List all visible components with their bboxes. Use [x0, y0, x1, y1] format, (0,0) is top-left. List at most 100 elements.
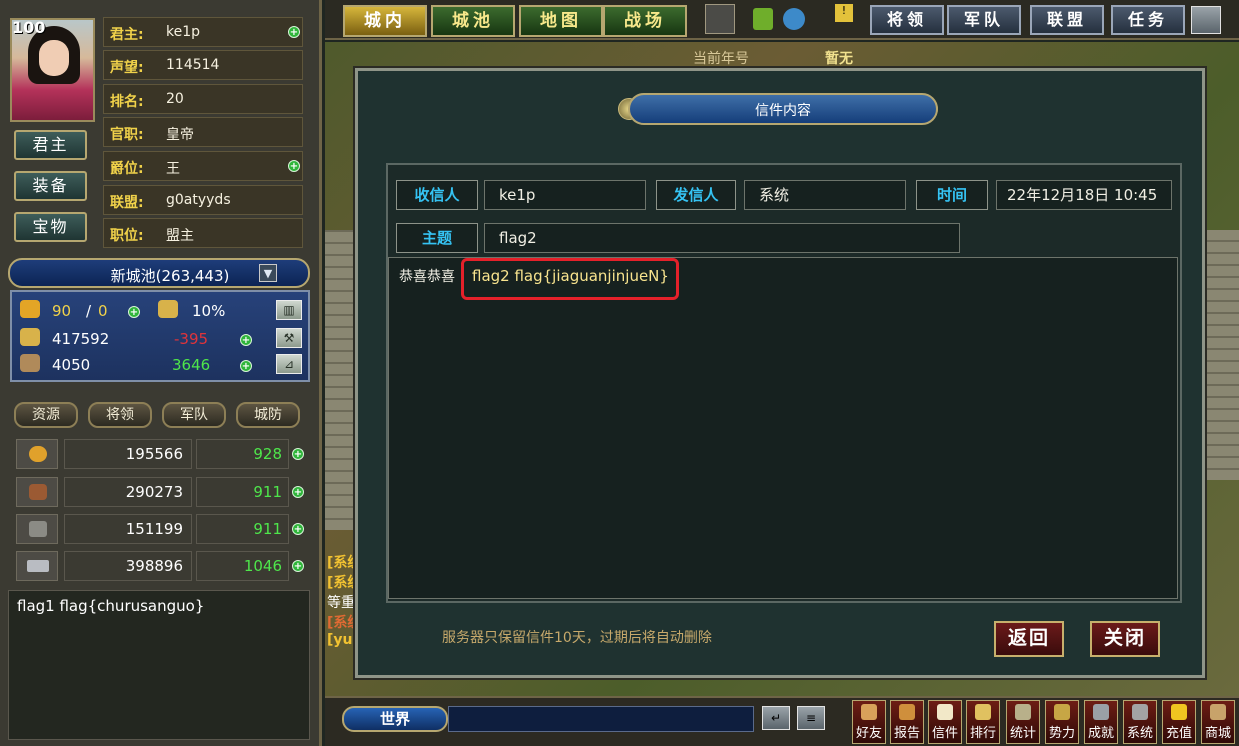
mail-icon[interactable]: 信件 — [928, 700, 962, 744]
resource-amount: 195566 — [64, 439, 192, 469]
body-prefix: 恭喜恭喜 — [399, 269, 455, 285]
highlight-box: flag2 flag{jiaguanjinjueN} — [461, 258, 679, 300]
retention-notice: 服务器只保留信件10天，过期后将自动删除 — [442, 630, 712, 646]
info-row-lord: 君主: ke1p + — [103, 17, 303, 47]
grain-icon — [16, 439, 58, 469]
nav-alliance[interactable]: 联盟 — [1030, 5, 1104, 35]
body-flag-text: flag2 flag{jiaguanjinjueN} — [472, 267, 669, 285]
info-label: 排名: — [110, 94, 144, 110]
add-icon[interactable]: + — [288, 160, 300, 172]
info-label: 君主: — [110, 27, 144, 43]
world-channel-button[interactable]: 世界 — [342, 706, 448, 732]
info-row-position: 职位: 盟主 — [103, 218, 303, 248]
info-row-alliance: 联盟: g0atyyds — [103, 185, 303, 215]
nav-army[interactable]: 军队 — [947, 5, 1021, 35]
info-value: 盟主 — [166, 228, 194, 244]
resource-rate: 1046 — [196, 551, 289, 581]
close-button[interactable]: 关闭 — [1090, 621, 1160, 657]
system-icon[interactable]: 系统 — [1123, 700, 1157, 744]
hammer-icon[interactable] — [705, 4, 735, 34]
dialog-title-bar: 信件内容 — [628, 93, 938, 125]
report-icon[interactable]: 报告 — [890, 700, 924, 744]
info-value: 20 — [166, 91, 184, 107]
add-icon[interactable]: + — [240, 360, 252, 372]
add-icon[interactable]: + — [288, 26, 300, 38]
sender-field: 系统 — [744, 180, 906, 210]
gold-value: 417592 — [52, 330, 110, 348]
ranking-icon[interactable]: 排行 — [966, 700, 1000, 744]
menu-icon[interactable]: ≡ — [797, 706, 825, 730]
sender-label: 发信人 — [656, 180, 736, 210]
recharge-icon[interactable]: 充值 — [1162, 700, 1196, 744]
back-button[interactable]: 返回 — [994, 621, 1064, 657]
add-icon[interactable]: + — [292, 448, 304, 460]
info-row-prestige: 声望: 114514 — [103, 50, 303, 80]
top-nav: 城内 城池 地图 战场 ! 将领 军队 联盟 任务 — [325, 0, 1239, 40]
tab-army[interactable]: 军队 — [162, 402, 226, 428]
add-icon[interactable]: + — [128, 306, 140, 318]
add-icon[interactable]: + — [292, 523, 304, 535]
population-icon — [20, 300, 40, 318]
statistics-icon[interactable]: 统计 — [1006, 700, 1040, 744]
treasure-button[interactable]: 宝物 — [14, 212, 87, 242]
hammer-icon[interactable]: ⚒ — [276, 328, 302, 348]
letter-body: 恭喜恭喜 flag2 flag{jiaguanjinjueN} — [388, 257, 1178, 599]
nav-generals[interactable]: 将领 — [870, 5, 944, 35]
send-icon[interactable]: ↵ — [762, 706, 790, 730]
add-icon[interactable]: + — [292, 560, 304, 572]
tab-generals[interactable]: 将领 — [88, 402, 152, 428]
achievement-icon[interactable]: 成就 — [1084, 700, 1118, 744]
nav-battlefield[interactable]: 战场 — [603, 5, 687, 37]
system-message: 等重 — [327, 595, 355, 611]
chevron-down-icon[interactable]: ▼ — [259, 264, 277, 282]
subject-label: 主题 — [396, 223, 478, 253]
city-stats-panel: 90 / 0 + 10% ▥ 417592 -395 + ⚒ 4050 3646… — [10, 290, 310, 382]
era-label: 当前年号 — [693, 51, 749, 67]
left-chat-box: flag1 flag{churusanguo} — [8, 590, 310, 740]
faction-icon[interactable]: 势力 — [1045, 700, 1079, 744]
info-label: 职位: — [110, 228, 144, 244]
iron-icon — [16, 551, 58, 581]
building-icon[interactable]: ▥ — [276, 300, 302, 320]
nav-tasks[interactable]: 任务 — [1111, 5, 1185, 35]
nav-cities[interactable]: 城池 — [431, 5, 515, 37]
event-icon[interactable] — [783, 8, 805, 30]
lord-button[interactable]: 君主 — [14, 130, 87, 160]
settings-icon[interactable] — [1191, 6, 1221, 34]
info-label: 爵位: — [110, 161, 144, 177]
recipient-field: ke1p — [484, 180, 646, 210]
add-icon[interactable]: + — [240, 334, 252, 346]
info-value: ke1p — [166, 24, 201, 40]
notice-icon[interactable]: ! — [835, 4, 853, 22]
info-label: 声望: — [110, 60, 144, 76]
friends-icon[interactable]: 好友 — [852, 700, 886, 744]
resource-amount: 398896 — [64, 551, 192, 581]
tab-defense[interactable]: 城防 — [236, 402, 300, 428]
info-label: 联盟: — [110, 195, 144, 211]
wood-icon — [16, 477, 58, 507]
tab-resources[interactable]: 资源 — [14, 402, 78, 428]
equipment-button[interactable]: 装备 — [14, 171, 87, 201]
gold-icon — [20, 328, 40, 346]
gift-icon[interactable] — [753, 8, 773, 30]
player-panel: 100 君主 装备 宝物 君主: ke1p + 声望: 114514 排名: 2… — [0, 0, 322, 746]
subject-field: flag2 — [484, 223, 960, 253]
stat-value: 90 — [52, 302, 72, 320]
info-label: 官职: — [110, 127, 144, 143]
shop-icon[interactable]: 商城 — [1201, 700, 1235, 744]
nav-map[interactable]: 地图 — [519, 5, 603, 37]
city-selector[interactable]: 新城池(263,443) ▼ — [8, 258, 310, 288]
info-row-office: 官职: 皇帝 — [103, 117, 303, 147]
nav-city-interior[interactable]: 城内 — [343, 5, 427, 37]
stat-value: 0 — [98, 302, 108, 320]
system-message: [yu — [327, 632, 353, 648]
add-icon[interactable]: + — [292, 486, 304, 498]
city-wall — [1205, 230, 1239, 480]
resource-amount: 151199 — [64, 514, 192, 544]
chat-input[interactable] — [448, 706, 754, 732]
era-value: 暂无 — [825, 51, 853, 67]
chat-message: flag1 flag{churusanguo} — [17, 597, 205, 615]
stairs-icon[interactable]: ⊿ — [276, 354, 302, 374]
time-field: 22年12月18日 10:45 — [996, 180, 1172, 210]
time-label: 时间 — [916, 180, 988, 210]
